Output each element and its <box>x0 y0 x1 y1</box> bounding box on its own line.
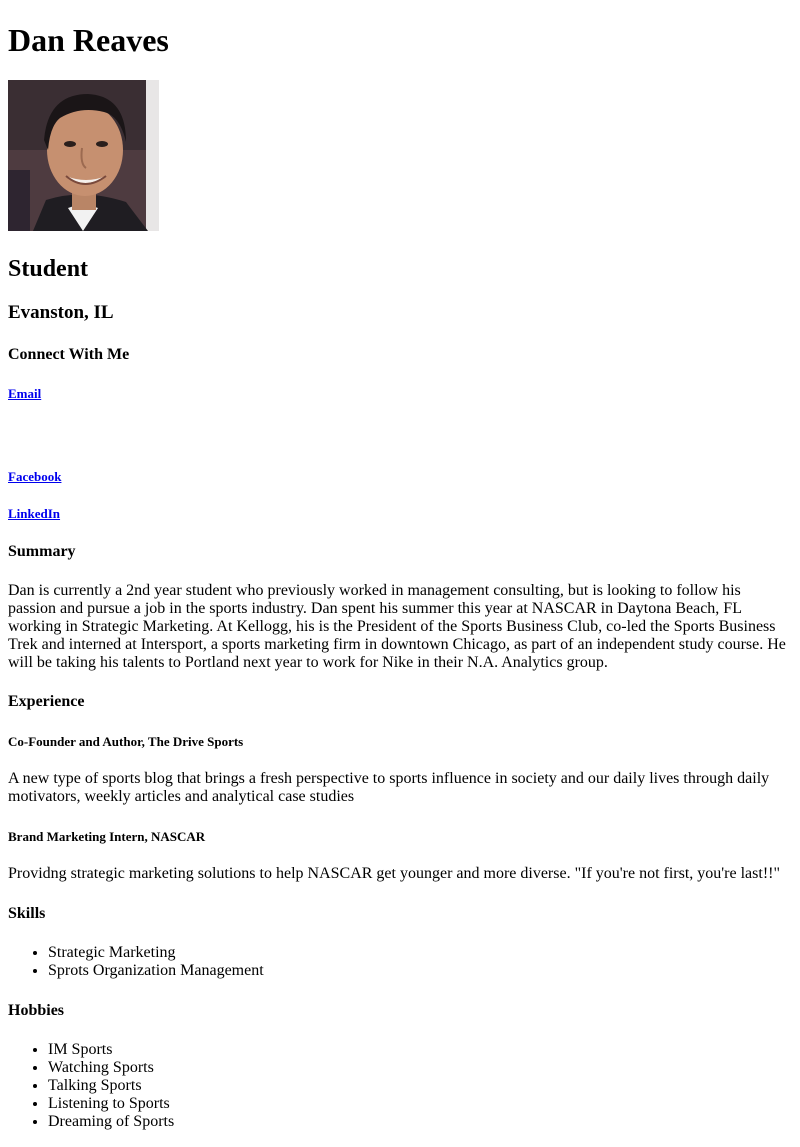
summary-text: Dan is currently a 2nd year student who … <box>8 582 786 671</box>
linkedin-link[interactable]: LinkedIn <box>8 506 60 521</box>
hobby-item: Dreaming of Sports <box>48 1113 174 1131</box>
experience-description: Providng strategic marketing solutions t… <box>8 865 781 882</box>
summary-heading: Summary <box>8 543 76 560</box>
experience-heading: Experience <box>8 693 85 710</box>
connect-heading: Connect With Me <box>8 346 130 363</box>
experience-description: A new type of sports blog that brings a … <box>8 770 770 805</box>
skill-item: Strategic Marketing <box>48 944 264 962</box>
hobbies-list: IM Sports Watching Sports Talking Sports… <box>8 1041 174 1131</box>
profile-name: Dan Reaves <box>8 22 169 58</box>
hobbies-heading: Hobbies <box>8 1002 65 1019</box>
profile-title: Student <box>8 256 89 282</box>
skills-heading: Skills <box>8 905 46 922</box>
email-link[interactable]: Email <box>8 386 41 401</box>
hobby-item: Talking Sports <box>48 1077 174 1095</box>
hobby-item: IM Sports <box>48 1041 174 1059</box>
facebook-link[interactable]: Facebook <box>8 469 61 484</box>
profile-photo <box>8 80 159 231</box>
experience-title: Co-Founder and Author, The Drive Sports <box>8 734 244 749</box>
profile-location: Evanston, IL <box>8 302 114 323</box>
hobby-item: Listening to Sports <box>48 1095 174 1113</box>
skill-item: Sprots Organization Management <box>48 962 264 980</box>
profile-photo-image <box>8 80 159 231</box>
experience-title: Brand Marketing Intern, NASCAR <box>8 829 206 844</box>
skills-list: Strategic Marketing Sprots Organization … <box>8 944 264 980</box>
hobby-item: Watching Sports <box>48 1059 174 1077</box>
